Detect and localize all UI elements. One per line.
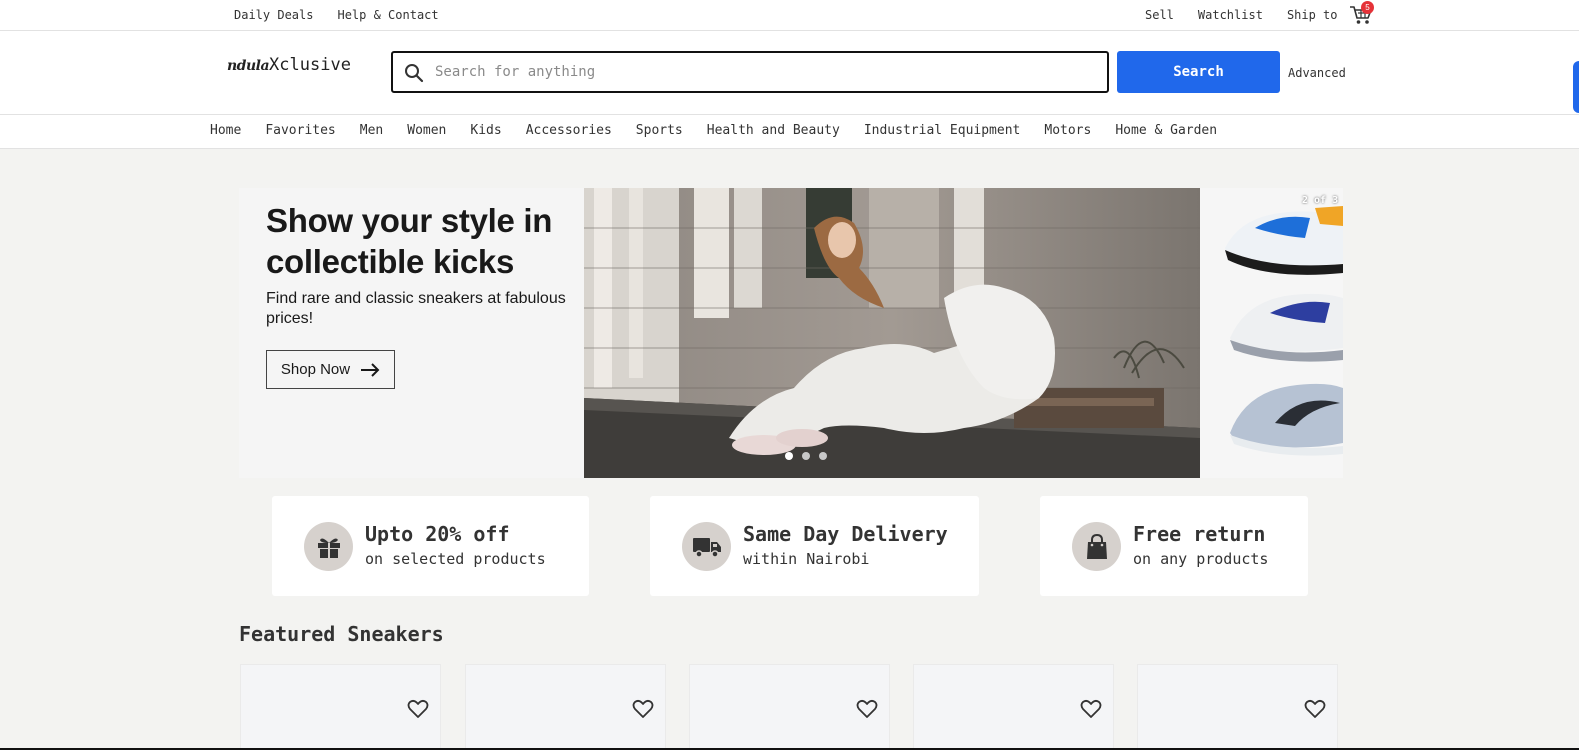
nav-item-kids[interactable]: Kids [470, 123, 501, 138]
carousel-dot[interactable] [819, 452, 827, 460]
heart-icon[interactable] [407, 699, 429, 719]
feature-card-delivery: Same Day Delivery within Nairobi [650, 496, 979, 596]
nav-item-women[interactable]: Women [407, 123, 446, 138]
carousel-dot[interactable] [785, 452, 793, 460]
sell-link[interactable]: Sell [1145, 8, 1174, 22]
feature-subtitle: on selected products [365, 550, 546, 568]
slide-counter: 2 of 3 [1302, 195, 1339, 206]
advanced-search-link[interactable]: Advanced [1288, 66, 1346, 80]
nav-item-men[interactable]: Men [360, 123, 383, 138]
main-header: ndulaXclusive Search Advanced [0, 31, 1579, 115]
cart-count-badge: 5 [1361, 1, 1374, 14]
hero-image-sneakers-stack [1200, 188, 1343, 478]
nav-item-home-garden[interactable]: Home & Garden [1115, 123, 1217, 138]
feature-subtitle: on any products [1133, 550, 1269, 568]
heart-icon[interactable] [856, 699, 878, 719]
carousel-dots [785, 452, 827, 460]
carousel-dot[interactable] [802, 452, 810, 460]
feature-subtitle: within Nairobi [743, 550, 870, 568]
heart-icon[interactable] [1304, 699, 1326, 719]
nav-item-industrial-equipment[interactable]: Industrial Equipment [864, 123, 1021, 138]
gift-icon [304, 522, 353, 571]
product-card[interactable] [465, 664, 666, 750]
product-card[interactable] [689, 664, 890, 750]
feature-title: Upto 20% off [365, 522, 510, 546]
arrow-right-icon [361, 362, 380, 377]
category-nav: Home Favorites Men Women Kids Accessorie… [0, 115, 1579, 149]
featured-sneakers-heading: Featured Sneakers [239, 622, 444, 646]
hero-image-woman-in-sneakers [584, 188, 1200, 478]
nav-item-sports[interactable]: Sports [636, 123, 683, 138]
feature-card-returns: Free return on any products [1040, 496, 1308, 596]
logo-text: Xclusive [269, 55, 351, 75]
truck-icon [682, 522, 731, 571]
nav-item-favorites[interactable]: Favorites [265, 123, 335, 138]
ship-to-link[interactable]: Ship to [1287, 8, 1338, 22]
watchlist-link[interactable]: Watchlist [1198, 8, 1263, 22]
side-feedback-tab[interactable] [1573, 61, 1579, 113]
nav-item-accessories[interactable]: Accessories [526, 123, 612, 138]
feature-card-discount: Upto 20% off on selected products [272, 496, 589, 596]
search-button[interactable]: Search [1117, 51, 1280, 93]
hero-subtitle: Find rare and classic sneakers at fabulo… [266, 290, 566, 327]
top-utility-bar: Daily Deals Help & Contact Sell Watchlis… [0, 0, 1579, 31]
nav-item-health-beauty[interactable]: Health and Beauty [707, 123, 840, 138]
logo-script-text: ndula [227, 58, 270, 74]
search-bar [391, 51, 1109, 93]
heart-icon[interactable] [632, 699, 654, 719]
nav-item-motors[interactable]: Motors [1044, 123, 1091, 138]
feature-title: Free return [1133, 522, 1266, 546]
search-input[interactable] [435, 61, 1085, 83]
daily-deals-link[interactable]: Daily Deals [234, 8, 313, 22]
hero-title: Show your style in collectible kicks [266, 202, 553, 280]
product-card[interactable] [913, 664, 1114, 750]
nav-item-home[interactable]: Home [210, 123, 241, 138]
shop-now-label: Shop Now [280, 361, 351, 378]
shop-now-button[interactable]: Shop Now [266, 350, 395, 389]
product-card[interactable] [240, 664, 441, 750]
hero-carousel: Show your style in collectible kicks Fin… [239, 188, 1343, 478]
product-card[interactable] [1137, 664, 1338, 750]
search-icon [405, 64, 424, 83]
shopping-bag-icon [1072, 522, 1121, 571]
help-contact-link[interactable]: Help & Contact [337, 8, 438, 22]
site-logo[interactable]: ndulaXclusive [227, 55, 351, 75]
heart-icon[interactable] [1080, 699, 1102, 719]
feature-title: Same Day Delivery [743, 522, 948, 546]
